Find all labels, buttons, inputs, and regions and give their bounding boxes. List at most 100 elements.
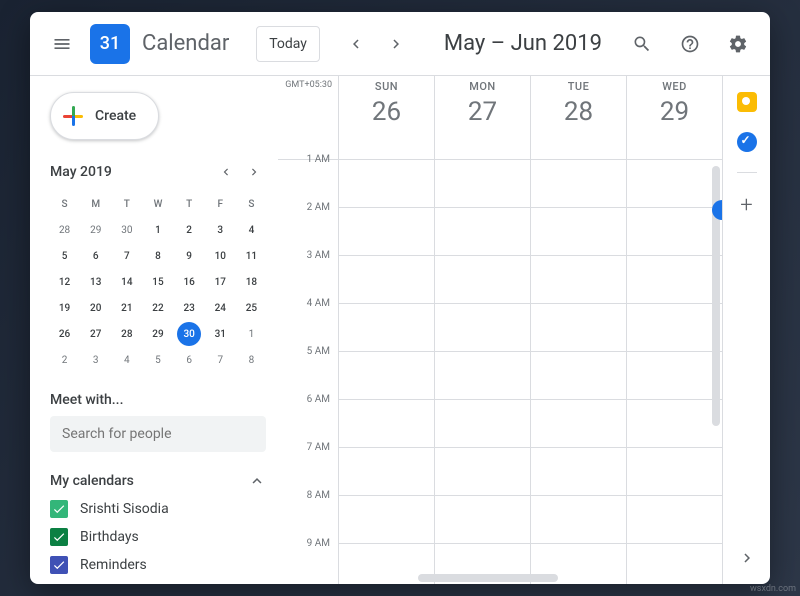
mini-cal-day[interactable]: 13	[84, 270, 108, 294]
hour-cell[interactable]	[531, 448, 626, 496]
mini-cal-day[interactable]: 6	[84, 244, 108, 268]
hour-cell[interactable]	[627, 352, 722, 400]
hour-cell[interactable]	[339, 352, 434, 400]
mini-cal-day[interactable]: 12	[53, 270, 77, 294]
mini-cal-day[interactable]: 27	[84, 322, 108, 346]
create-button[interactable]: Create	[50, 92, 159, 140]
today-button[interactable]: Today	[256, 26, 320, 62]
hour-cell[interactable]	[627, 448, 722, 496]
hour-cell[interactable]	[435, 352, 530, 400]
mini-cal-day[interactable]: 8	[239, 348, 263, 372]
hour-cell[interactable]	[435, 448, 530, 496]
add-addon-button[interactable]: +	[740, 193, 752, 218]
hour-cell[interactable]	[531, 304, 626, 352]
hour-cell[interactable]	[435, 400, 530, 448]
hour-cell[interactable]	[435, 304, 530, 352]
mini-cal-prev-button[interactable]	[214, 160, 238, 184]
mini-cal-day[interactable]: 10	[208, 244, 232, 268]
mini-cal-day[interactable]: 29	[84, 218, 108, 242]
mini-cal-day[interactable]: 3	[84, 348, 108, 372]
help-button[interactable]	[670, 24, 710, 64]
day-header[interactable]: TUE28	[531, 76, 626, 160]
hour-cell[interactable]	[531, 400, 626, 448]
hour-cell[interactable]	[339, 304, 434, 352]
mini-cal-day[interactable]: 7	[208, 348, 232, 372]
search-button[interactable]	[622, 24, 662, 64]
mini-cal-day[interactable]: 8	[146, 244, 170, 268]
mini-cal-day[interactable]: 2	[53, 348, 77, 372]
hour-cell[interactable]	[339, 256, 434, 304]
mini-cal-day[interactable]: 4	[115, 348, 139, 372]
day-header[interactable]: WED29	[627, 76, 722, 160]
mini-cal-day[interactable]: 28	[115, 322, 139, 346]
hour-cell[interactable]	[339, 160, 434, 208]
calendar-item[interactable]: Birthdays	[50, 528, 266, 546]
hour-cell[interactable]	[339, 448, 434, 496]
mini-cal-day[interactable]: 22	[146, 296, 170, 320]
tasks-icon[interactable]	[737, 132, 757, 152]
mini-cal-day[interactable]: 4	[239, 218, 263, 242]
hour-cell[interactable]	[627, 256, 722, 304]
settings-button[interactable]	[718, 24, 758, 64]
hour-cell[interactable]	[531, 496, 626, 544]
calendar-item[interactable]: Reminders	[50, 556, 266, 574]
mini-cal-day[interactable]: 31	[208, 322, 232, 346]
mini-cal-day[interactable]: 17	[208, 270, 232, 294]
mini-cal-day[interactable]: 11	[239, 244, 263, 268]
mini-cal-day[interactable]: 18	[239, 270, 263, 294]
hour-cell[interactable]	[627, 208, 722, 256]
my-calendars-toggle[interactable]: My calendars	[50, 472, 266, 490]
next-period-button[interactable]	[376, 24, 416, 64]
mini-cal-day[interactable]: 20	[84, 296, 108, 320]
mini-cal-day[interactable]: 1	[239, 322, 263, 346]
mini-cal-day[interactable]: 16	[177, 270, 201, 294]
mini-cal-day[interactable]: 1	[146, 218, 170, 242]
day-header[interactable]: SUN26	[339, 76, 434, 160]
mini-cal-day[interactable]: 29	[146, 322, 170, 346]
mini-cal-day[interactable]: 3	[208, 218, 232, 242]
mini-cal-day[interactable]: 14	[115, 270, 139, 294]
hour-cell[interactable]	[531, 160, 626, 208]
mini-cal-day[interactable]: 30	[115, 218, 139, 242]
search-people-input[interactable]	[50, 416, 266, 452]
day-header[interactable]: MON27	[435, 76, 530, 160]
mini-cal-day[interactable]: 9	[177, 244, 201, 268]
hour-cell[interactable]	[531, 208, 626, 256]
mini-cal-day[interactable]: 28	[53, 218, 77, 242]
mini-cal-day[interactable]: 26	[53, 322, 77, 346]
mini-cal-day[interactable]: 6	[177, 348, 201, 372]
mini-cal-day[interactable]: 19	[53, 296, 77, 320]
mini-cal-day[interactable]: 5	[53, 244, 77, 268]
mini-cal-next-button[interactable]	[242, 160, 266, 184]
main-menu-button[interactable]	[42, 24, 82, 64]
checkbox-icon[interactable]	[50, 528, 68, 546]
hour-cell[interactable]	[627, 496, 722, 544]
hour-cell[interactable]	[435, 496, 530, 544]
calendar-item[interactable]: Srishti Sisodia	[50, 500, 266, 518]
hour-cell[interactable]	[531, 352, 626, 400]
mini-cal-day[interactable]: 24	[208, 296, 232, 320]
checkbox-icon[interactable]	[50, 556, 68, 574]
mini-cal-day[interactable]: 15	[146, 270, 170, 294]
prev-period-button[interactable]	[336, 24, 376, 64]
hour-cell[interactable]	[627, 160, 722, 208]
hour-cell[interactable]	[627, 544, 722, 584]
scrollbar-horizontal[interactable]	[418, 574, 558, 582]
checkbox-icon[interactable]	[50, 500, 68, 518]
hour-cell[interactable]	[339, 400, 434, 448]
hour-cell[interactable]	[435, 256, 530, 304]
collapse-panel-button[interactable]	[729, 540, 765, 576]
hour-cell[interactable]	[435, 208, 530, 256]
mini-cal-day[interactable]: 2	[177, 218, 201, 242]
hour-cell[interactable]	[435, 160, 530, 208]
hour-cell[interactable]	[339, 496, 434, 544]
hour-cell[interactable]	[627, 304, 722, 352]
hour-cell[interactable]	[531, 256, 626, 304]
mini-cal-day[interactable]: 25	[239, 296, 263, 320]
mini-cal-day[interactable]: 7	[115, 244, 139, 268]
keep-icon[interactable]	[737, 92, 757, 112]
hour-cell[interactable]	[339, 208, 434, 256]
hour-cell[interactable]	[627, 400, 722, 448]
mini-cal-day[interactable]: 23	[177, 296, 201, 320]
mini-cal-day[interactable]: 5	[146, 348, 170, 372]
